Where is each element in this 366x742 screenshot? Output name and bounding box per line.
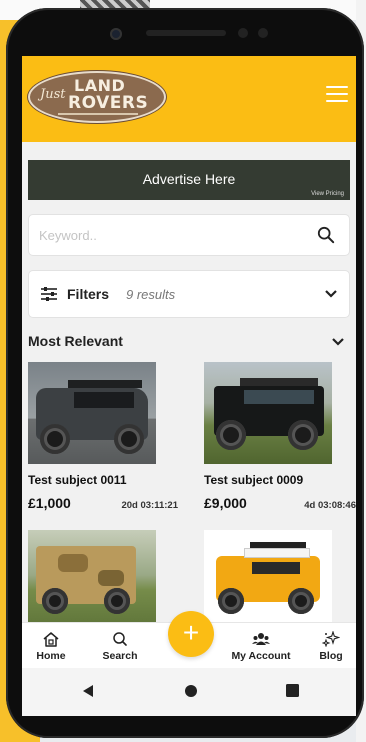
vehicle-light-bar — [240, 378, 318, 386]
listing-price: £9,000 — [204, 495, 247, 511]
vehicle-wheel — [114, 424, 144, 454]
nav-home[interactable]: Home — [22, 631, 86, 662]
proximity-sensor — [238, 28, 248, 38]
filters-label: Filters — [67, 286, 110, 302]
listing-image[interactable] — [28, 530, 156, 630]
filters-toggle[interactable]: Filters 9 results — [28, 270, 350, 318]
vehicle-wheel — [216, 420, 246, 450]
search-box — [28, 214, 350, 256]
light-sensor — [258, 28, 268, 38]
vehicle-roof-rack — [68, 380, 142, 388]
listing-card[interactable] — [28, 530, 178, 630]
system-navigation-bar — [22, 668, 356, 716]
listing-card[interactable]: Test subject 0009 £9,000 4d 03:08:46 — [204, 362, 356, 513]
listing-meta: £9,000 4d 03:08:46 — [204, 487, 356, 513]
listing-card[interactable] — [204, 530, 354, 630]
nav-search[interactable]: Search — [85, 631, 155, 662]
results-count: 9 results — [126, 287, 176, 302]
vehicle-wheel — [42, 588, 68, 614]
recents-square-icon[interactable] — [286, 684, 299, 697]
advert-banner[interactable]: Advertise Here View Pricing — [28, 160, 350, 200]
listing-price: £1,000 — [28, 495, 71, 511]
home-icon — [43, 632, 59, 647]
vehicle-wheel — [40, 424, 70, 454]
sparkles-icon — [322, 631, 340, 647]
vehicle-window — [252, 562, 300, 574]
search-icon — [113, 632, 127, 646]
main-content: Advertise Here View Pricing Keyword.. Fi… — [22, 142, 356, 662]
advert-title: Advertise Here — [142, 171, 236, 187]
chevron-down-icon — [332, 338, 344, 346]
add-listing-button[interactable]: + — [168, 611, 214, 657]
vehicle-roof-rack — [250, 542, 306, 548]
logo-tagline-bar — [58, 113, 138, 115]
nav-blog-label: Blog — [319, 650, 343, 662]
vehicle-camo-patch — [98, 570, 124, 586]
vehicle-wheel — [104, 588, 130, 614]
front-camera — [110, 28, 122, 40]
advert-pricing-link[interactable]: View Pricing — [311, 191, 344, 197]
earpiece-speaker — [146, 30, 226, 36]
nav-home-label: Home — [36, 650, 66, 662]
nav-my-account-label: My Account — [231, 650, 291, 662]
vehicle-roof — [244, 548, 310, 558]
app-header: Just LAND ROVERS — [22, 56, 356, 142]
listing-image[interactable] — [28, 362, 156, 464]
home-circle-icon[interactable] — [184, 684, 198, 698]
listing-time-left: 20d 03:11:21 — [121, 500, 178, 511]
vehicle-camo-patch — [58, 554, 88, 572]
listing-meta: £1,000 20d 03:11:21 — [28, 487, 178, 513]
back-icon[interactable] — [82, 684, 94, 698]
listing-title[interactable]: Test subject 0009 — [204, 473, 354, 487]
sort-label: Most Relevant — [28, 333, 123, 349]
search-input[interactable] — [29, 215, 279, 255]
sliders-icon — [41, 287, 57, 301]
vehicle-wheel — [288, 420, 318, 450]
hamburger-icon[interactable] — [326, 86, 348, 104]
sort-dropdown[interactable]: Most Relevant — [28, 330, 350, 354]
app-screen: Just LAND ROVERS Advertise Here View Pri… — [22, 56, 356, 716]
listing-title[interactable]: Test subject 0011 — [28, 473, 178, 487]
nav-search-label: Search — [102, 650, 138, 662]
nav-blog[interactable]: Blog — [296, 631, 356, 662]
listing-card[interactable]: Test subject 0011 £1,000 20d 03:11:21 — [28, 362, 178, 513]
search-icon[interactable] — [317, 226, 335, 244]
chevron-down-icon — [325, 290, 337, 298]
vehicle-window — [244, 390, 314, 404]
listing-time-left: 4d 03:08:46 — [304, 500, 356, 511]
users-icon — [252, 633, 270, 645]
logo-script-text: Just — [40, 87, 66, 102]
listing-image[interactable] — [204, 362, 332, 464]
phone-frame: Just LAND ROVERS Advertise Here View Pri… — [6, 8, 364, 738]
logo-rovers-text: ROVERS — [68, 93, 149, 113]
vehicle-window — [74, 392, 134, 408]
nav-my-account[interactable]: My Account — [226, 631, 296, 662]
brand-logo[interactable]: Just LAND ROVERS — [28, 71, 166, 123]
listing-image[interactable] — [204, 530, 332, 630]
vehicle-wheel — [288, 588, 314, 614]
vehicle-wheel — [218, 588, 244, 614]
